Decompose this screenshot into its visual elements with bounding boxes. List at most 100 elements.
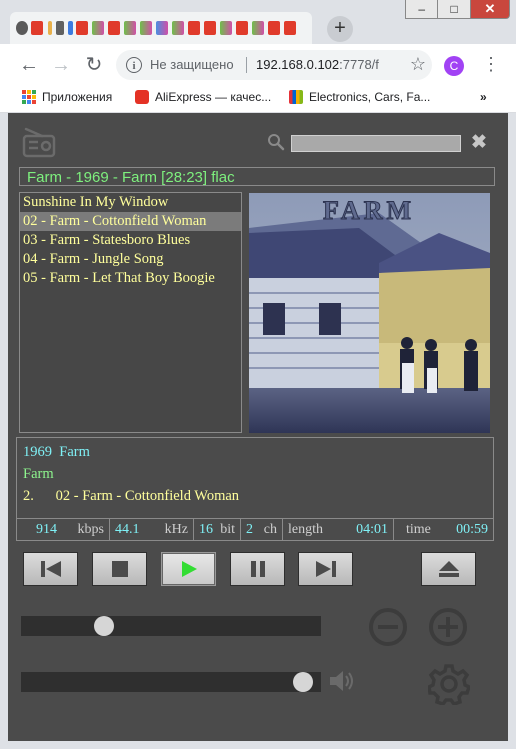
stat-bitrate: 914 kbps <box>17 519 110 540</box>
url-text[interactable]: 192.168.0.102:7778/f <box>256 57 379 72</box>
next-button[interactable] <box>298 552 353 586</box>
tab-favicon-10[interactable] <box>140 21 152 35</box>
new-tab-button[interactable]: + <box>327 16 353 42</box>
volume-slider[interactable] <box>21 672 321 692</box>
close-icon: ✕ <box>484 1 496 16</box>
tab-favicon-7[interactable] <box>92 21 104 35</box>
tab-favicon-18[interactable] <box>268 21 280 35</box>
length-value: 04:01 <box>356 522 388 537</box>
window-controls: – □ ✕ <box>405 0 510 20</box>
aliexpress-icon <box>135 90 149 104</box>
minimize-button[interactable]: – <box>405 0 439 19</box>
seek-slider[interactable] <box>21 616 321 636</box>
tab-favicon-3[interactable] <box>48 21 52 35</box>
now-playing-title: Farm - 1969 - Farm [28:23] flac <box>19 167 495 186</box>
volume-slider-knob[interactable] <box>293 672 313 692</box>
previous-button[interactable] <box>23 552 78 586</box>
seek-slider-knob[interactable] <box>94 616 114 636</box>
album-cover: FARM <box>249 193 490 433</box>
tab-favicon-12[interactable] <box>172 21 184 35</box>
bitrate-value: 914 <box>36 522 57 537</box>
tab-favicon-14[interactable] <box>204 21 216 35</box>
bookmark-apps-label: Приложения <box>42 90 113 104</box>
close-window-button[interactable]: ✕ <box>469 0 510 19</box>
minimize-icon: – <box>418 2 426 16</box>
bookmarks-overflow-button[interactable]: » <box>480 90 487 104</box>
tab-favicon-17[interactable] <box>252 21 264 35</box>
search-icon <box>268 134 285 151</box>
speaker-icon[interactable] <box>328 668 356 694</box>
zoom-out-icon[interactable] <box>368 607 408 647</box>
tab-favicon-6[interactable] <box>76 21 88 35</box>
tab-favicon-15[interactable] <box>220 21 232 35</box>
pause-button[interactable] <box>230 552 285 586</box>
bookmark-apps[interactable]: Приложения <box>22 90 112 104</box>
bitrate-unit: kbps <box>77 522 104 537</box>
info-year-album: 1969 Farm <box>23 444 90 461</box>
playlist-item[interactable]: 03 - Farm - Statesboro Blues <box>20 231 241 250</box>
playlist-item-active[interactable]: 02 - Farm - Cottonfield Woman <box>20 212 241 231</box>
playlist-item[interactable]: 05 - Farm - Let That Boy Boogie <box>20 269 241 288</box>
more-menu-icon[interactable]: ⋮ <box>482 52 500 76</box>
time-value: 00:59 <box>456 522 488 537</box>
address-bar[interactable]: i Не защищено 192.168.0.102:7778/f ☆ <box>116 50 432 80</box>
zoom-in-icon[interactable] <box>428 607 468 647</box>
bookmark-electronics-label: Electronics, Cars, Fa... <box>309 90 431 104</box>
play-button[interactable] <box>161 552 216 586</box>
reload-icon[interactable]: ↻ <box>83 54 105 76</box>
tab-favicon-2[interactable] <box>31 21 43 35</box>
playlist[interactable]: Sunshine In My Window 02 - Farm - Cotton… <box>19 192 242 433</box>
info-album: Farm <box>59 444 90 460</box>
playlist-item[interactable]: Sunshine In My Window <box>20 193 241 212</box>
eject-button[interactable] <box>421 552 476 586</box>
apps-grid-icon <box>22 90 36 104</box>
tab-favicon-4[interactable] <box>56 21 64 35</box>
skip-next-icon <box>315 561 336 577</box>
maximize-icon: □ <box>450 2 458 16</box>
skip-previous-icon <box>40 561 61 577</box>
tab-favicon-16[interactable] <box>236 21 248 35</box>
bookmark-aliexpress[interactable]: AliExpress — качес... <box>135 90 271 104</box>
stat-length: length 04:01 <box>283 519 394 540</box>
bits-unit: bit <box>220 522 235 537</box>
channels-value: 2 <box>246 522 253 537</box>
time-label: time <box>406 522 431 537</box>
stat-samplerate: 44.1 kHz <box>110 519 194 540</box>
search-input[interactable] <box>291 135 461 152</box>
stat-bits: 16 bit <box>194 519 241 540</box>
site-info-icon[interactable]: i <box>126 57 142 73</box>
address-separator <box>246 57 247 73</box>
samplerate-value: 44.1 <box>115 522 140 537</box>
bookmark-star-icon[interactable]: ☆ <box>410 54 426 75</box>
stat-channels: 2 ch <box>241 519 283 540</box>
cover-title: FARM <box>323 196 415 225</box>
tab-favicon-19[interactable] <box>284 21 296 35</box>
shopping-bag-icon <box>289 90 303 104</box>
bookmark-electronics[interactable]: Electronics, Cars, Fa... <box>289 90 430 104</box>
info-artist: Farm <box>23 466 54 482</box>
pinned-tabs-strip[interactable] <box>10 12 312 44</box>
info-track: 2. 02 - Farm - Cottonfield Woman <box>23 488 239 505</box>
tab-favicon-11[interactable] <box>156 21 168 35</box>
maximize-button[interactable]: □ <box>437 0 471 19</box>
tab-favicon-8[interactable] <box>108 21 120 35</box>
info-track-number: 2. <box>23 488 34 504</box>
tab-favicon-13[interactable] <box>188 21 200 35</box>
settings-gear-icon[interactable] <box>428 663 470 705</box>
profile-avatar[interactable]: C <box>444 56 464 76</box>
tab-favicon-1[interactable] <box>16 21 28 35</box>
url-path: :7778/f <box>339 57 379 72</box>
tab-favicon-5[interactable] <box>68 21 73 35</box>
back-arrow-icon[interactable]: ← <box>18 54 40 76</box>
playlist-item[interactable]: 04 - Farm - Jungle Song <box>20 250 241 269</box>
chevron-double-right-icon: » <box>480 90 487 104</box>
stop-icon <box>111 561 128 577</box>
clear-search-icon[interactable]: ✖ <box>471 133 487 153</box>
bookmarks-bar: Приложения AliExpress — качес... Electro… <box>0 86 516 113</box>
length-label: length <box>288 522 323 537</box>
forward-arrow-icon[interactable]: → <box>50 54 72 76</box>
tab-favicon-9[interactable] <box>124 21 136 35</box>
browser-toolbar: ← → ↻ i Не защищено 192.168.0.102:7778/f… <box>0 44 516 86</box>
stop-button[interactable] <box>92 552 147 586</box>
radio-icon[interactable] <box>22 127 56 159</box>
